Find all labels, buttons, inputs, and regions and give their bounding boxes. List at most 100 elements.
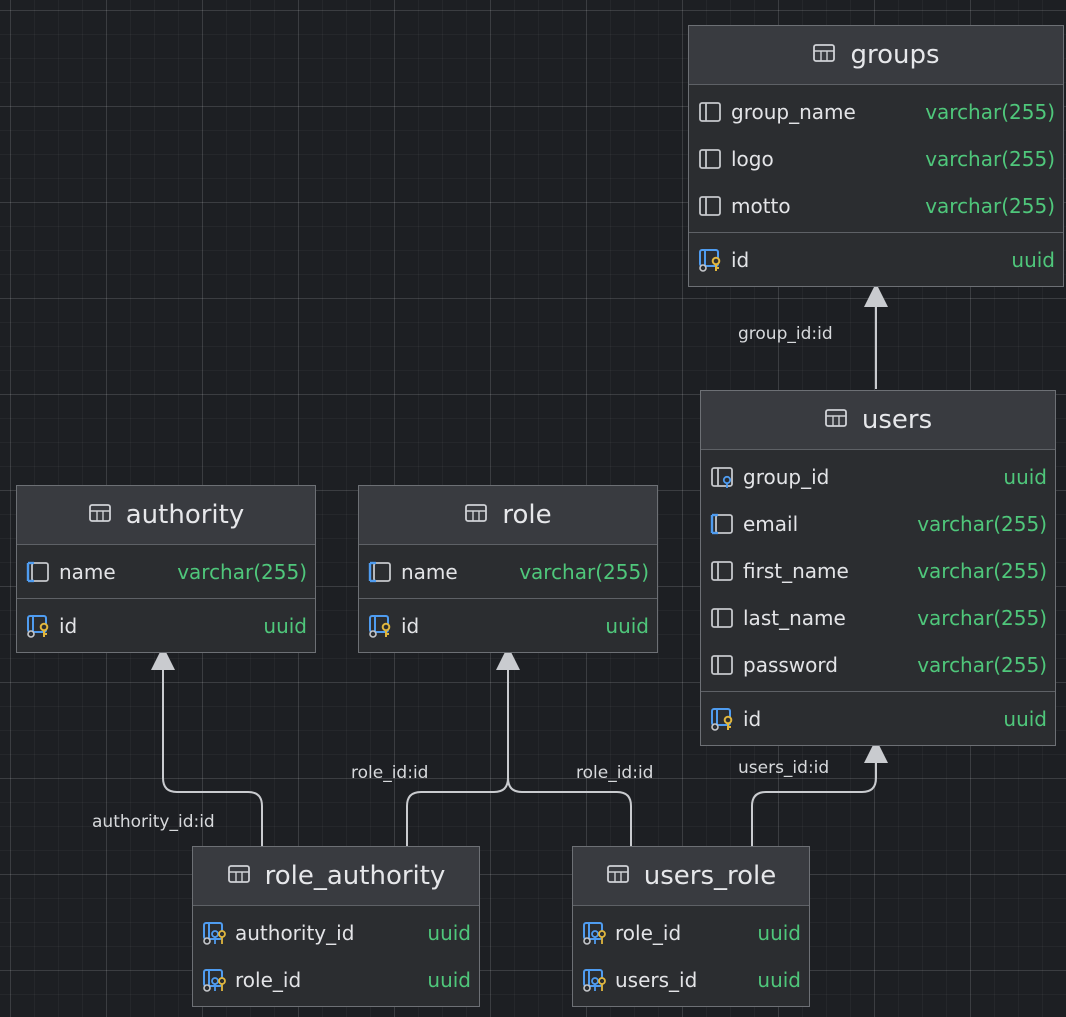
column-type: varchar(255) xyxy=(917,605,1047,630)
column-row[interactable]: group_id uuid xyxy=(701,453,1055,500)
column-name: authority_id xyxy=(235,920,355,945)
column-row[interactable]: last_name varchar(255) xyxy=(701,594,1055,641)
column-row[interactable]: role_id uuid xyxy=(193,956,479,1003)
primary-key-icon xyxy=(697,247,723,273)
keys-section: id uuid xyxy=(359,598,657,652)
column-type: uuid xyxy=(757,967,801,992)
column-type: varchar(255) xyxy=(917,511,1047,536)
column-type: varchar(255) xyxy=(519,559,649,584)
column-row[interactable]: id uuid xyxy=(359,602,657,649)
column-row[interactable]: motto varchar(255) xyxy=(689,182,1063,229)
primary-key-icon xyxy=(709,706,735,732)
diagram-canvas: group_id:id authority_id:id role_id:id role… xyxy=(0,0,1066,1017)
column-type: uuid xyxy=(605,613,649,638)
column-name: motto xyxy=(731,193,791,218)
column-row[interactable]: id uuid xyxy=(701,695,1055,742)
table-icon xyxy=(824,406,848,434)
relation-label: group_id:id xyxy=(738,324,833,344)
column-type: uuid xyxy=(1011,247,1055,272)
column-type: uuid xyxy=(1003,706,1047,731)
column-name: name xyxy=(59,559,116,584)
relation-line[interactable] xyxy=(507,648,632,846)
relation-label: role_id:id xyxy=(351,763,429,783)
column-name: email xyxy=(743,511,799,536)
table-header[interactable]: role xyxy=(359,486,657,545)
column-name: last_name xyxy=(743,605,846,630)
column-type: varchar(255) xyxy=(925,193,1055,218)
column-type: varchar(255) xyxy=(925,146,1055,171)
column-type: uuid xyxy=(757,920,801,945)
columns-section: name varchar(255) xyxy=(17,545,315,598)
table-role-authority[interactable]: role_authority authority_id uuid role_id… xyxy=(192,846,480,1007)
column-name: group_id xyxy=(743,464,830,489)
column-row[interactable]: name varchar(255) xyxy=(359,548,657,595)
table-name: authority xyxy=(125,500,245,530)
column-name: password xyxy=(743,652,838,677)
column-row[interactable]: id uuid xyxy=(17,602,315,649)
relation-label: role_id:id xyxy=(576,763,654,783)
primary-key-icon xyxy=(367,613,393,639)
column-row[interactable]: group_name varchar(255) xyxy=(689,88,1063,135)
column-type: varchar(255) xyxy=(177,559,307,584)
table-header[interactable]: groups xyxy=(689,26,1063,85)
foreign-key-column-icon xyxy=(709,464,735,490)
column-name: group_name xyxy=(731,99,856,124)
table-name: users_role xyxy=(643,861,777,891)
keys-section: id uuid xyxy=(689,232,1063,286)
relation-line[interactable] xyxy=(406,648,509,846)
column-type: varchar(255) xyxy=(925,99,1055,124)
column-name: role_id xyxy=(235,967,302,992)
relation-label: users_id:id xyxy=(738,758,830,778)
table-users-role[interactable]: users_role role_id uuid users_id uuid xyxy=(572,846,810,1007)
column-row[interactable]: email varchar(255) xyxy=(701,500,1055,547)
relation-label: authority_id:id xyxy=(92,812,215,832)
column-row[interactable]: password varchar(255) xyxy=(701,641,1055,688)
table-icon xyxy=(227,862,251,890)
table-icon xyxy=(88,501,112,529)
column-icon xyxy=(709,558,735,584)
column-icon xyxy=(697,193,723,219)
table-header[interactable]: users_role xyxy=(573,847,809,906)
column-row[interactable]: users_id uuid xyxy=(573,956,809,1003)
columns-section: group_name varchar(255) logo varchar(255… xyxy=(689,85,1063,232)
table-icon xyxy=(812,41,836,69)
table-name: users xyxy=(861,405,933,435)
foreign-primary-key-icon xyxy=(201,967,227,993)
foreign-primary-key-icon xyxy=(581,967,607,993)
indexed-column-icon xyxy=(367,559,393,585)
table-authority[interactable]: authority name varchar(255) id uuid xyxy=(16,485,316,653)
columns-section: name varchar(255) xyxy=(359,545,657,598)
column-name: id xyxy=(59,613,78,638)
table-name: groups xyxy=(850,40,940,70)
table-header[interactable]: users xyxy=(701,391,1055,450)
column-row[interactable]: authority_id uuid xyxy=(193,909,479,956)
columns-section: role_id uuid users_id uuid xyxy=(573,906,809,1006)
column-name: logo xyxy=(731,146,774,171)
table-groups[interactable]: groups group_name varchar(255) logo varc… xyxy=(688,25,1064,287)
table-header[interactable]: role_authority xyxy=(193,847,479,906)
table-icon xyxy=(464,501,488,529)
table-name: role_authority xyxy=(264,861,446,891)
column-row[interactable]: logo varchar(255) xyxy=(689,135,1063,182)
column-name: first_name xyxy=(743,558,849,583)
table-icon xyxy=(606,862,630,890)
column-name: id xyxy=(401,613,420,638)
column-row[interactable]: role_id uuid xyxy=(573,909,809,956)
column-type: uuid xyxy=(427,967,471,992)
keys-section: id uuid xyxy=(701,691,1055,745)
column-name: role_id xyxy=(615,920,682,945)
table-users[interactable]: users group_id uuid email varchar(255) f… xyxy=(700,390,1056,746)
column-icon xyxy=(697,99,723,125)
column-type: uuid xyxy=(1003,464,1047,489)
column-name: name xyxy=(401,559,458,584)
column-row[interactable]: first_name varchar(255) xyxy=(701,547,1055,594)
foreign-primary-key-icon xyxy=(581,920,607,946)
table-header[interactable]: authority xyxy=(17,486,315,545)
column-row[interactable]: id uuid xyxy=(689,236,1063,283)
relation-line[interactable] xyxy=(751,741,877,846)
table-role[interactable]: role name varchar(255) id uuid xyxy=(358,485,658,653)
indexed-column-icon xyxy=(25,559,51,585)
column-row[interactable]: name varchar(255) xyxy=(17,548,315,595)
column-name: id xyxy=(743,706,762,731)
column-icon xyxy=(709,605,735,631)
